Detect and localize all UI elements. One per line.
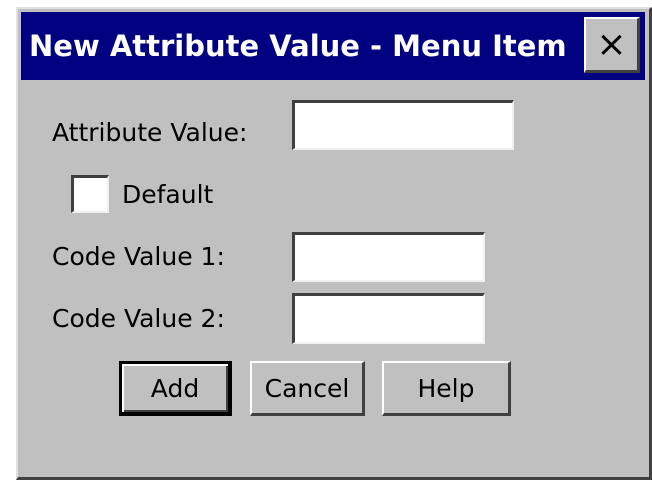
cancel-button[interactable]: Cancel (250, 361, 365, 416)
add-button[interactable]: Add (119, 361, 232, 416)
attribute-value-input[interactable] (292, 100, 514, 150)
close-icon: × (596, 23, 627, 65)
help-button[interactable]: Help (382, 361, 511, 416)
default-checkbox-label: Default (122, 180, 214, 209)
default-checkbox[interactable] (71, 175, 109, 213)
code-value-2-input[interactable] (292, 293, 485, 344)
attribute-value-label: Attribute Value: (52, 118, 248, 147)
code-value-1-input[interactable] (292, 232, 485, 282)
code-value-1-label: Code Value 1: (52, 242, 225, 271)
close-button[interactable]: × (584, 17, 640, 73)
code-value-2-label: Code Value 2: (52, 304, 225, 333)
dialog-title: New Attribute Value - Menu Item (29, 29, 567, 63)
new-attribute-value-dialog: New Attribute Value - Menu Item × Attrib… (16, 7, 652, 480)
dialog-titlebar[interactable]: New Attribute Value - Menu Item × (21, 12, 645, 80)
